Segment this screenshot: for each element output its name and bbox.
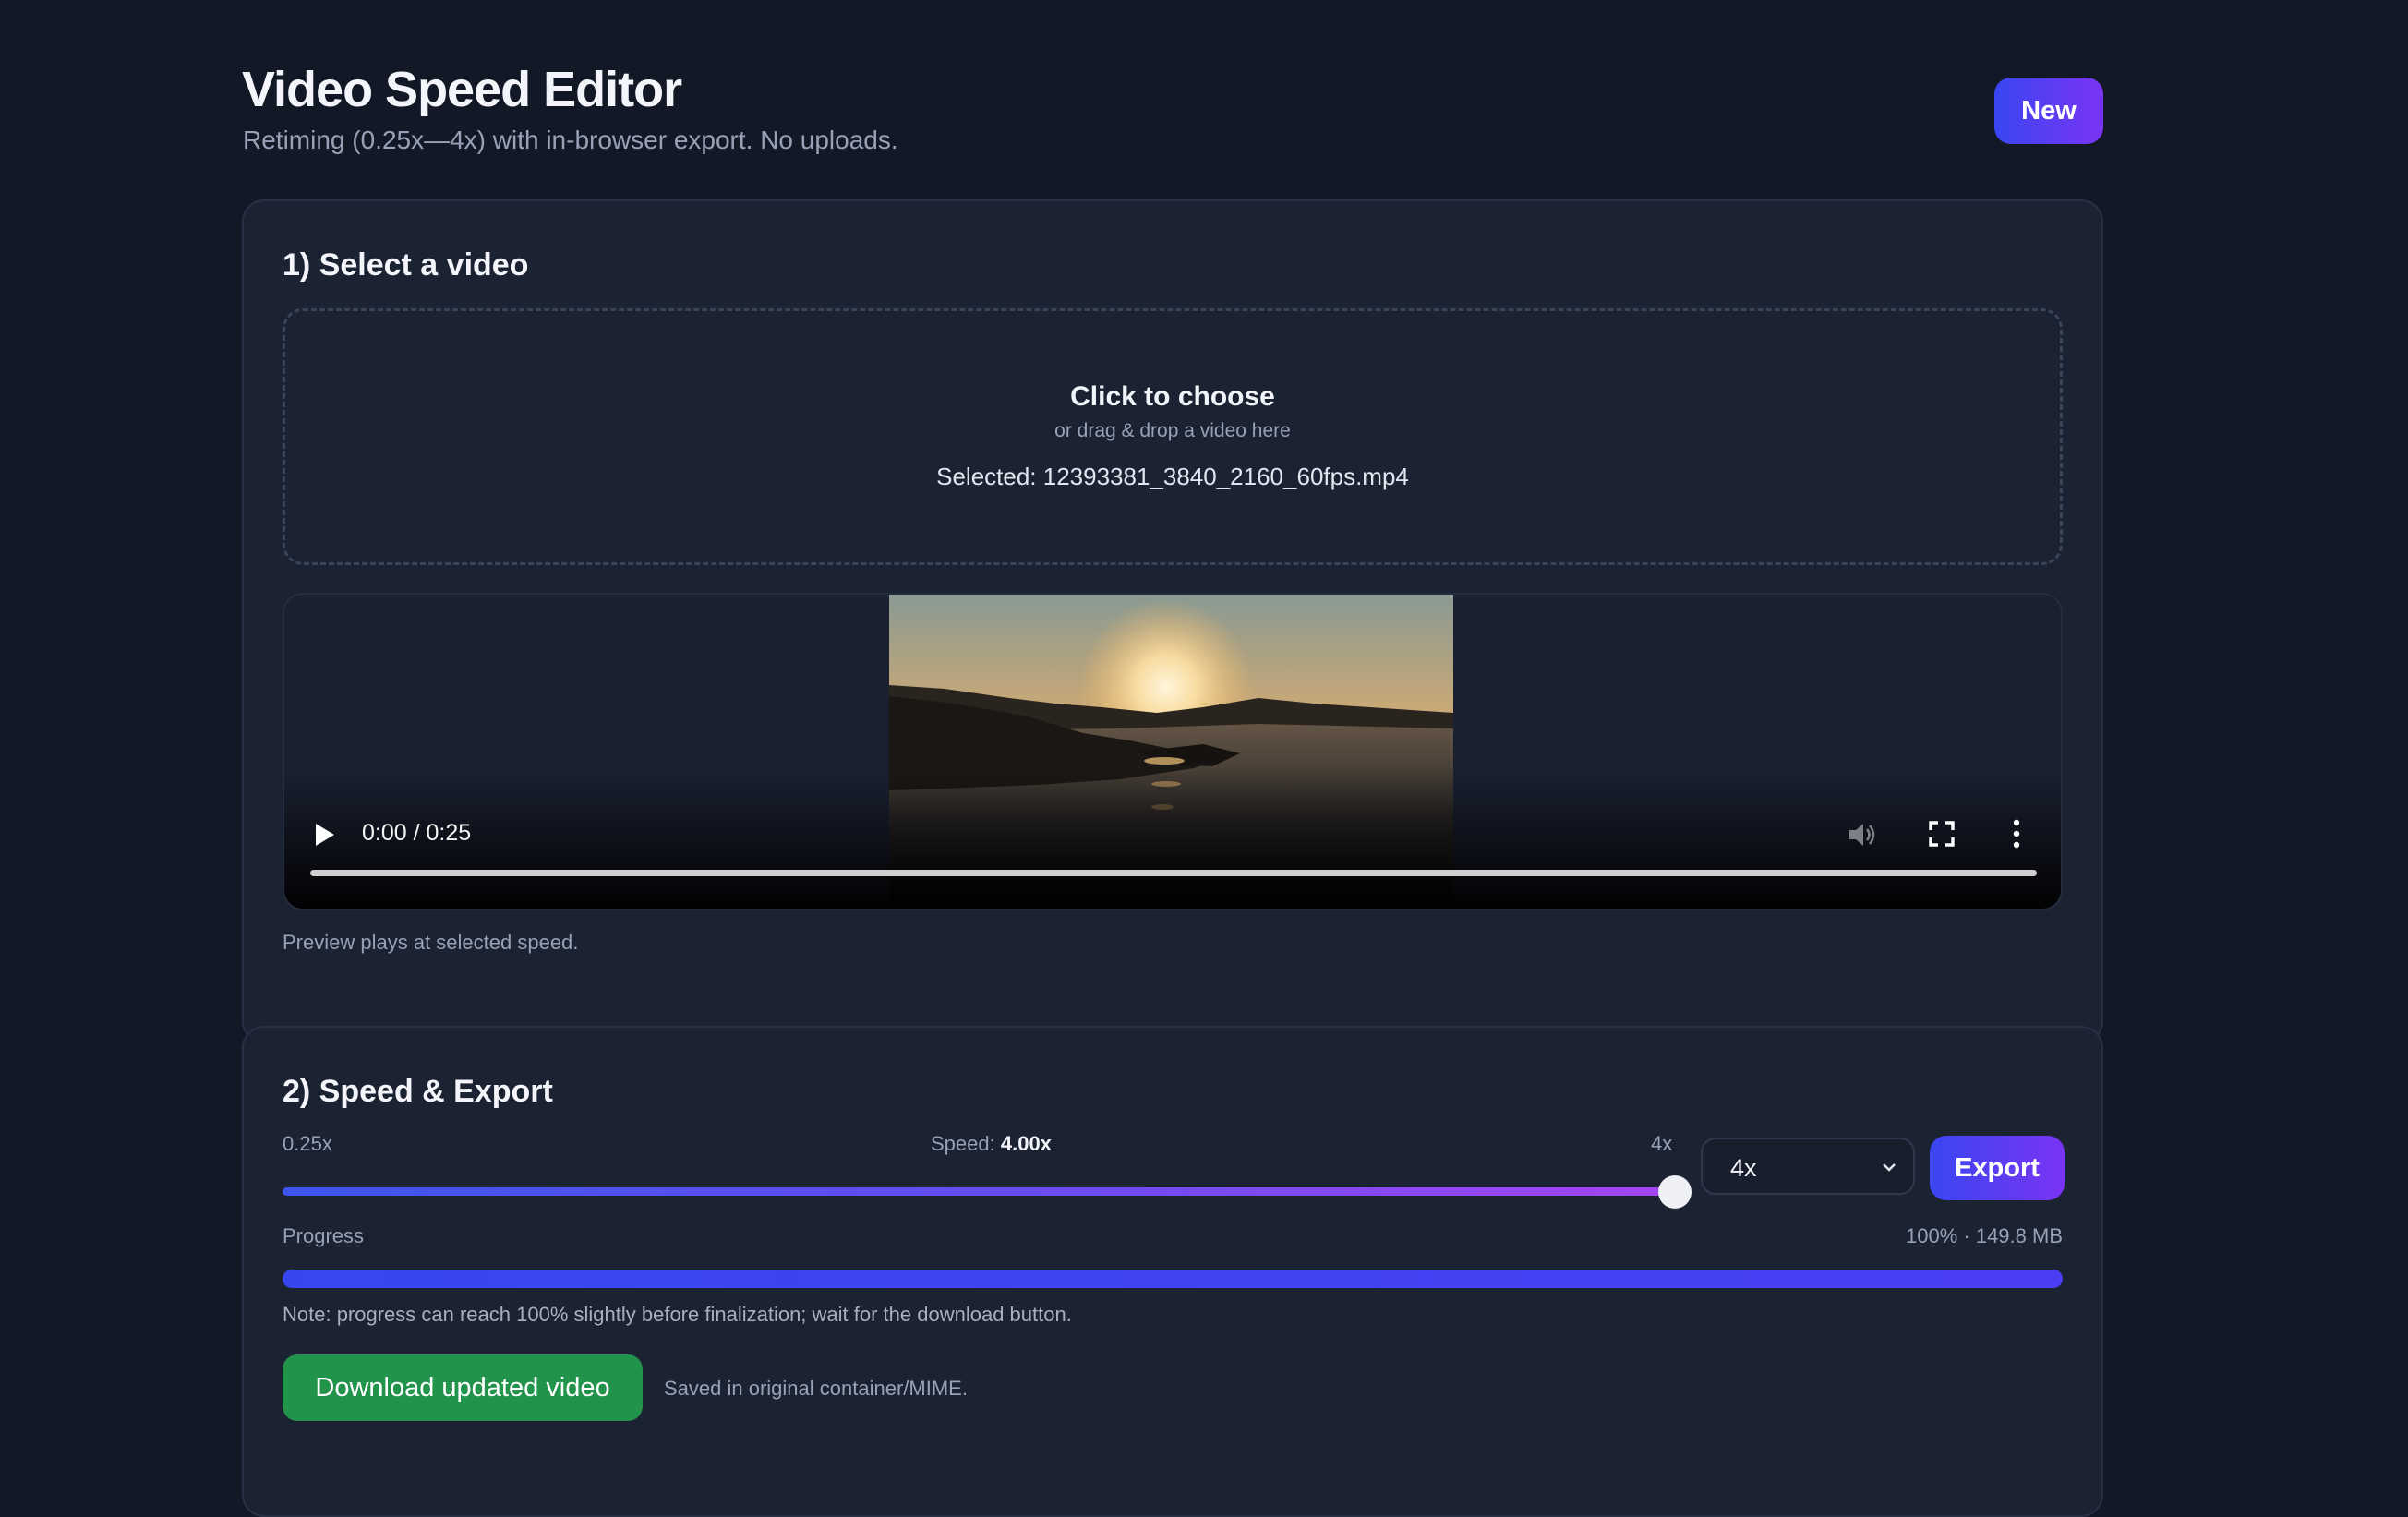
speed-export-card: 2) Speed & Export 0.25x Speed: 4.00x 4x …: [242, 1026, 2103, 1517]
progress-note: Note: progress can reach 100% slightly b…: [283, 1303, 1072, 1326]
video-player[interactable]: 0:00 / 0:25: [283, 593, 2063, 910]
speed-slider[interactable]: [283, 1175, 1692, 1209]
video-dropzone[interactable]: Click to choose or drag & drop a video h…: [283, 308, 2063, 565]
more-options-icon[interactable]: [2011, 818, 2022, 849]
progress-label: Progress: [283, 1224, 365, 1247]
progress-info: 100% · 149.8 MB: [1906, 1224, 2063, 1247]
selected-file-label: Selected: 12393381_3840_2160_60fps.mp4: [936, 463, 1409, 490]
speed-slider-thumb[interactable]: [1658, 1175, 1692, 1209]
speed-slider-track[interactable]: [283, 1187, 1675, 1196]
preview-note: Preview plays at selected speed.: [283, 931, 579, 954]
play-icon[interactable]: [312, 820, 338, 849]
seek-bar[interactable]: [310, 870, 2037, 876]
playback-time: 0:00 / 0:25: [362, 820, 472, 846]
speed-prefix: Speed:: [931, 1132, 995, 1155]
dropzone-title: Click to choose: [1070, 381, 1275, 412]
progress-fill: [283, 1270, 2063, 1288]
app-header: Video Speed Editor Retiming (0.25x—4x) w…: [242, 57, 2103, 159]
select-video-card: 1) Select a video Click to choose or dra…: [242, 199, 2103, 1043]
export-button[interactable]: Export: [1930, 1136, 2065, 1200]
saved-note: Saved in original container/MIME.: [664, 1377, 968, 1400]
download-button[interactable]: Download updated video: [283, 1354, 643, 1421]
dropzone-hint: or drag & drop a video here: [1054, 420, 1291, 441]
speed-export-heading: 2) Speed & Export: [283, 1074, 553, 1109]
new-button[interactable]: New: [1994, 78, 2103, 144]
page-title: Video Speed Editor: [242, 62, 682, 117]
speed-value: 4.00x: [1000, 1132, 1052, 1155]
speed-max-label: 4x: [1651, 1132, 1673, 1155]
speed-readout: Speed: 4.00x: [931, 1132, 1052, 1156]
select-video-heading: 1) Select a video: [283, 247, 529, 283]
speed-preset-value: 4x: [1730, 1154, 1757, 1182]
speed-min-label: 0.25x: [283, 1132, 332, 1155]
page-subtitle: Retiming (0.25x—4x) with in-browser expo…: [243, 126, 898, 154]
controls-overlay: [284, 770, 2061, 909]
progress-bar: [283, 1270, 2063, 1288]
fullscreen-icon[interactable]: [1928, 820, 1956, 848]
chevron-down-icon: [1883, 1163, 1896, 1172]
mute-icon[interactable]: [1845, 818, 1878, 851]
speed-preset-select[interactable]: 4x: [1701, 1138, 1915, 1195]
video-speed-editor-page: Video Speed Editor Retiming (0.25x—4x) w…: [242, 57, 2103, 1517]
